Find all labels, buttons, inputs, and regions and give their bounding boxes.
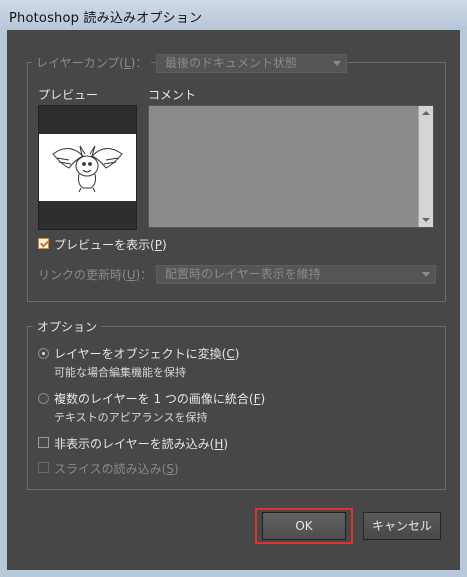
convert-to-objects-shortcut: C xyxy=(226,347,235,361)
import-slices-label-end: ) xyxy=(173,462,179,476)
import-hidden-layers-checkbox[interactable] xyxy=(38,437,49,448)
comment-textarea[interactable] xyxy=(148,105,434,228)
show-preview-label-text: プレビューを表示( xyxy=(54,238,155,252)
link-update-label-text: リンクの更新時( xyxy=(38,268,127,282)
import-hidden-layers-shortcut: H xyxy=(214,437,224,451)
link-update-label: リンクの更新時(U)： xyxy=(38,266,152,283)
show-preview-label-end: ) xyxy=(161,238,167,252)
flatten-layers-label-text: 複数のレイヤーを 1 つの画像に統合( xyxy=(54,392,254,406)
import-slices-label[interactable]: スライスの読み込み(S) xyxy=(54,460,179,477)
scroll-down-icon[interactable] xyxy=(422,218,430,222)
preview-thumbnail xyxy=(39,134,136,201)
layer-comp-shortcut: L xyxy=(123,56,131,70)
convert-to-objects-radio[interactable] xyxy=(38,348,49,359)
import-hidden-layers-label-text: 非表示のレイヤーを読み込み( xyxy=(54,437,215,451)
cancel-button[interactable]: キャンセル xyxy=(363,512,441,540)
layer-comp-select[interactable]: 最後のドキュメント状態 xyxy=(156,54,347,73)
chevron-down-icon xyxy=(422,272,430,277)
convert-to-objects-label[interactable]: レイヤーをオブジェクトに変換(C) xyxy=(54,345,239,362)
window-frame-right xyxy=(460,30,467,577)
flatten-layers-shortcut: F xyxy=(253,392,261,406)
show-preview-shortcut: P xyxy=(154,238,162,252)
title-bar[interactable]: Photoshop 読み込みオプション xyxy=(0,0,467,31)
dialog-content: レイヤーカンプ(L)： 最後のドキュメント状態 プレビュー コメント プレビュー… xyxy=(7,30,460,570)
scroll-up-icon[interactable] xyxy=(422,111,430,115)
comment-label: コメント xyxy=(148,88,197,102)
import-slices-shortcut: S xyxy=(166,462,174,476)
ok-button[interactable]: OK xyxy=(262,512,346,540)
winged-creature-sketch-icon xyxy=(52,145,123,193)
layer-comp-label: レイヤーカンプ(L)： xyxy=(32,54,152,70)
preview-pane xyxy=(38,105,137,230)
link-update-label-end: )： xyxy=(135,268,153,282)
import-slices-checkbox[interactable] xyxy=(38,462,49,473)
layer-comp-label-text: レイヤーカンプ( xyxy=(36,56,124,70)
window-frame-left xyxy=(0,30,7,577)
photoshop-import-options-dialog: Photoshop 読み込みオプション レイヤーカンプ(L)： 最後のドキュメン… xyxy=(0,0,467,577)
convert-to-objects-label-end: ) xyxy=(234,347,240,361)
convert-to-objects-label-text: レイヤーをオブジェクトに変換( xyxy=(54,347,227,361)
show-preview-label[interactable]: プレビューを表示(P) xyxy=(54,236,167,253)
window-title: Photoshop 読み込みオプション xyxy=(9,11,203,26)
window-frame-bottom xyxy=(0,570,467,577)
convert-to-objects-sub: 可能な場合編集機能を保持 xyxy=(54,366,186,379)
show-preview-checkbox[interactable] xyxy=(38,238,49,249)
link-update-value: 配置時のレイヤー表示を維持 xyxy=(165,267,321,281)
import-slices-label-text: スライスの読み込み( xyxy=(54,462,167,476)
flatten-layers-label[interactable]: 複数のレイヤーを 1 つの画像に統合(F) xyxy=(54,390,265,407)
flatten-layers-label-end: ) xyxy=(260,392,266,406)
link-update-select[interactable]: 配置時のレイヤー表示を維持 xyxy=(156,265,436,284)
chevron-down-icon xyxy=(333,61,341,66)
preview-label: プレビュー xyxy=(38,88,99,102)
comment-scrollbar[interactable] xyxy=(418,106,433,227)
options-legend: オプション xyxy=(33,318,102,334)
flatten-layers-sub: テキストのアピアランスを保持 xyxy=(54,411,208,424)
import-hidden-layers-label-end: ) xyxy=(223,437,229,451)
layer-comp-label-end: )： xyxy=(130,56,148,70)
flatten-layers-radio[interactable] xyxy=(38,393,49,404)
layer-comp-value: 最後のドキュメント状態 xyxy=(165,56,298,70)
import-hidden-layers-label[interactable]: 非表示のレイヤーを読み込み(H) xyxy=(54,435,228,452)
